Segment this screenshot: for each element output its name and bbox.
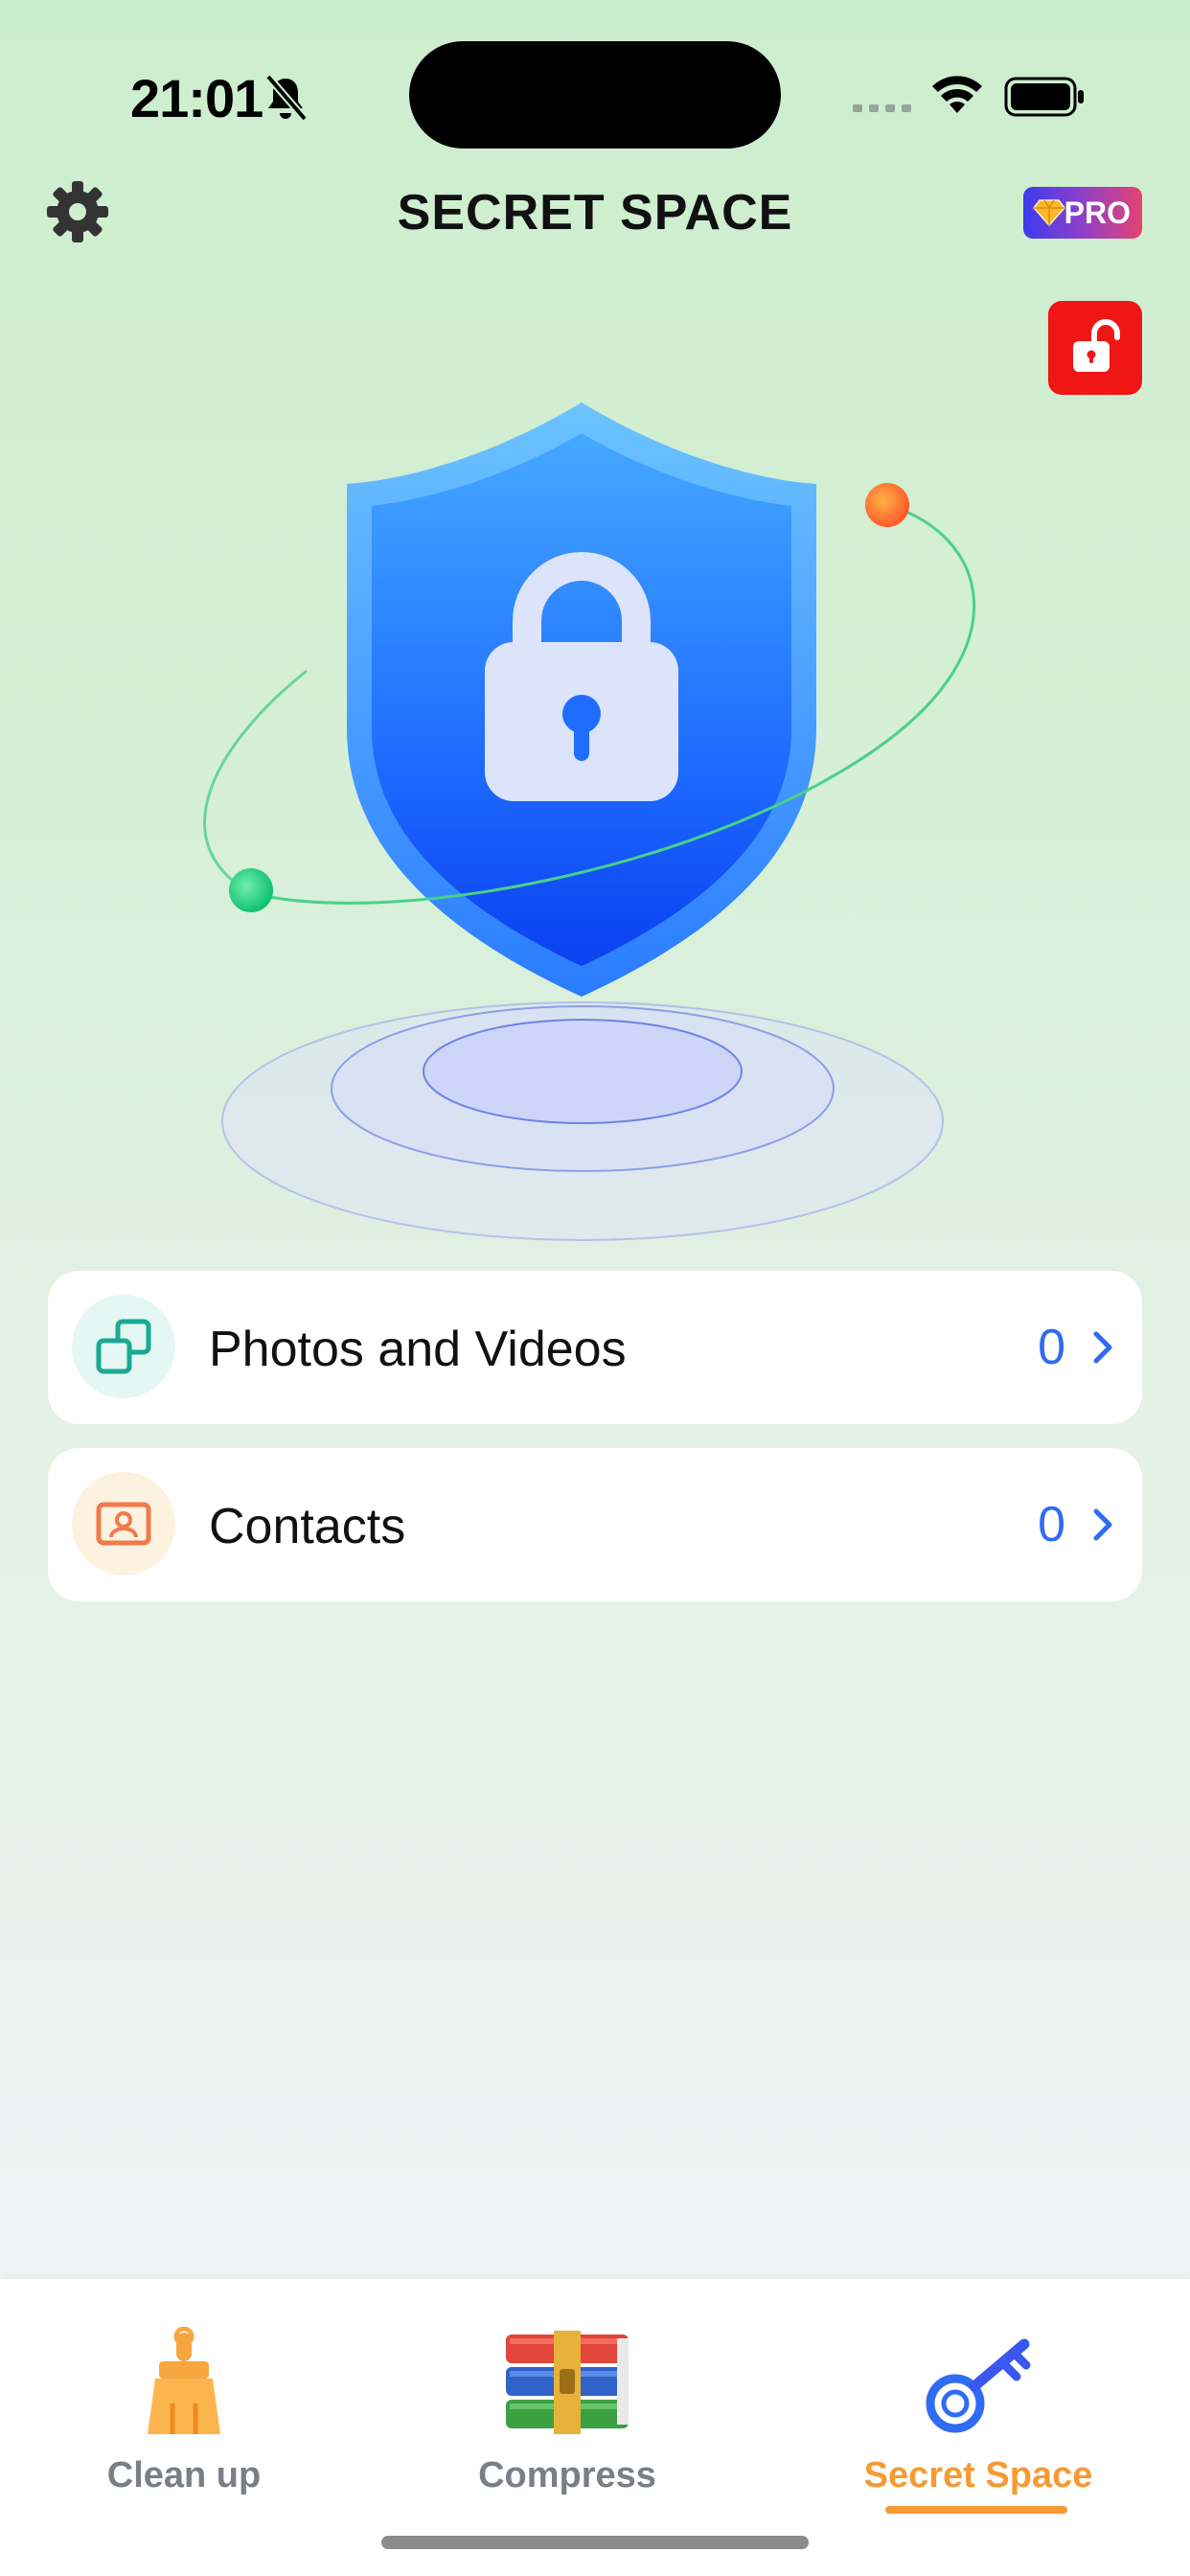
list-item-label: Photos and Videos xyxy=(209,1322,627,1377)
wifi-icon xyxy=(932,76,982,113)
pro-label: PRO xyxy=(1064,195,1131,230)
security-shield-illustration xyxy=(203,402,976,1241)
cellular-signal-icon xyxy=(853,104,911,112)
tab-label: Secret Space xyxy=(863,2455,1093,2496)
compressed-books-icon xyxy=(506,2331,629,2434)
list-item-photos-videos[interactable]: Photos and Videos 0 xyxy=(48,1271,1142,1424)
tab-label: Compress xyxy=(478,2455,656,2496)
status-time: 21:01 xyxy=(130,68,263,128)
chevron-right-icon xyxy=(1093,1508,1112,1541)
contact-card-icon xyxy=(96,1502,151,1546)
page-title: SECRET SPACE xyxy=(397,185,793,241)
photos-icon xyxy=(96,1319,151,1374)
tab-compress[interactable]: Compress xyxy=(423,2279,711,2509)
tab-label: Clean up xyxy=(106,2455,262,2496)
list-item-contacts[interactable]: Contacts 0 xyxy=(48,1448,1142,1601)
tab-clean-up[interactable]: Clean up xyxy=(40,2279,328,2509)
broom-icon xyxy=(148,2327,220,2434)
active-tab-indicator xyxy=(885,2506,1067,2514)
key-icon xyxy=(926,2338,1031,2433)
list-item-count: 0 xyxy=(1038,1320,1065,1375)
dynamic-island xyxy=(409,41,781,149)
list-item-count: 0 xyxy=(1038,1497,1065,1552)
diamond-icon xyxy=(1033,199,1065,227)
muted-bell-icon xyxy=(264,74,309,122)
chevron-right-icon xyxy=(1093,1331,1112,1364)
photos-icon-badge xyxy=(72,1295,175,1398)
battery-icon xyxy=(1004,77,1084,117)
home-indicator[interactable] xyxy=(381,2536,809,2549)
pro-badge-button[interactable]: PRO xyxy=(1023,187,1142,239)
tab-bar: Clean up Compress Secret Space xyxy=(0,2279,1190,2576)
contacts-icon-badge xyxy=(72,1472,175,1576)
tab-secret-space[interactable]: Secret Space xyxy=(835,2279,1122,2509)
list-item-label: Contacts xyxy=(209,1499,406,1554)
